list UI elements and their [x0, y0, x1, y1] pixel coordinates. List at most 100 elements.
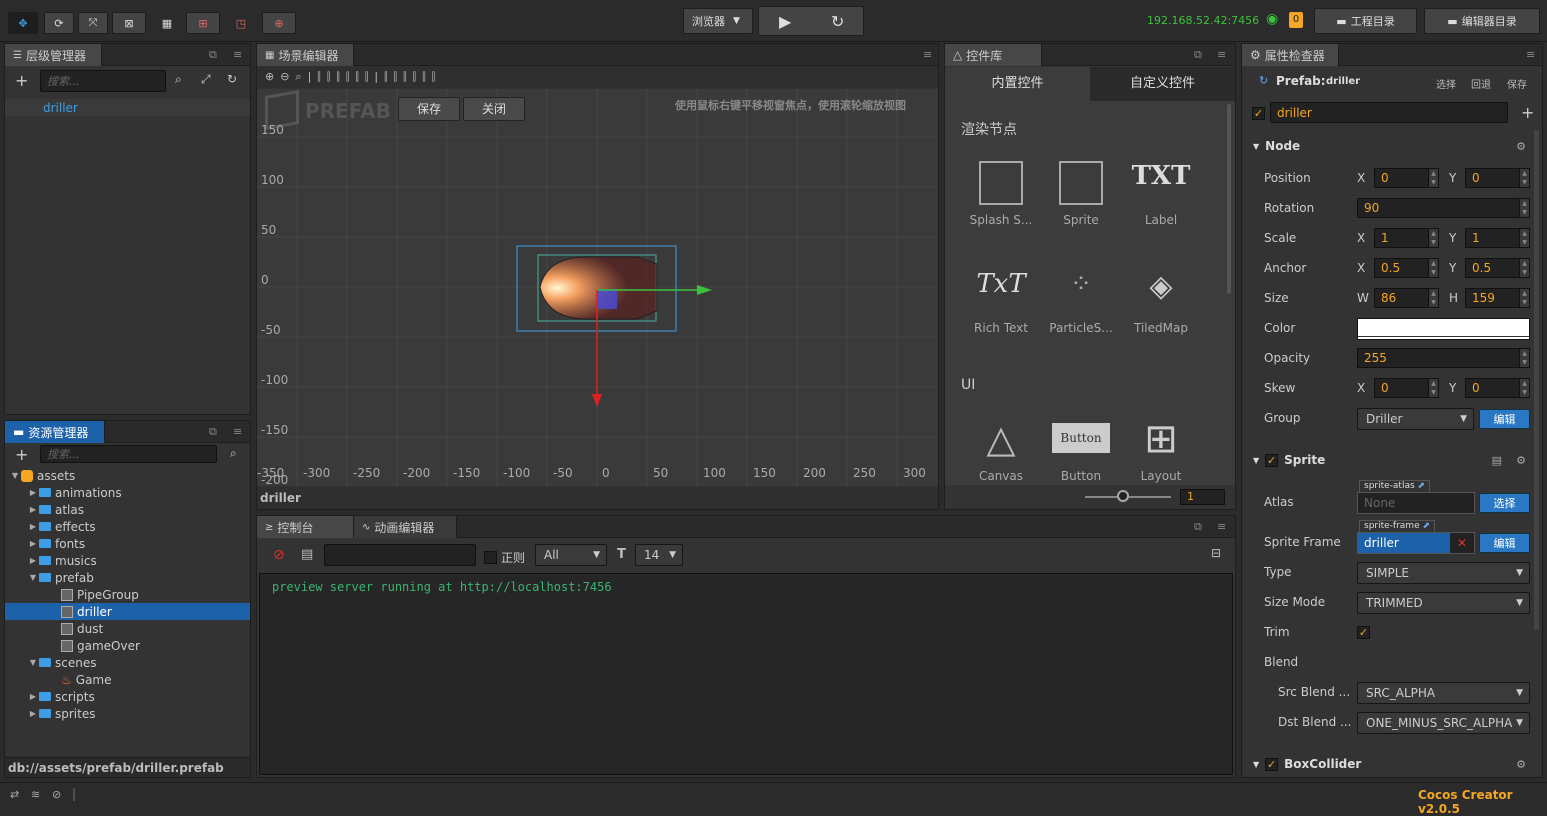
widget-splash-sprite[interactable]: Splash S...: [961, 161, 1041, 227]
widget-rich-text[interactable]: TxT Rich Text: [961, 269, 1041, 335]
tab-assets[interactable]: ▬ 资源管理器: [5, 421, 105, 443]
stepper-icon[interactable]: ▲ ▼: [1428, 379, 1438, 397]
search-icon[interactable]: ⌕: [175, 72, 182, 87]
editor-folder-button[interactable]: ▬ 编辑器目录: [1424, 8, 1540, 34]
expand-arrow-icon[interactable]: ▼: [27, 573, 39, 582]
stepper-icon[interactable]: ▲ ▼: [1519, 349, 1529, 367]
gear-icon[interactable]: ⚙: [1516, 140, 1526, 153]
color-swatch[interactable]: [1357, 318, 1530, 340]
tree-item-sprites[interactable]: ▶ sprites: [5, 705, 250, 722]
tab-builtin-widgets[interactable]: 内置控件: [945, 67, 1090, 101]
font-size-select[interactable]: 14: [635, 544, 683, 566]
external-link-icon[interactable]: ⬈: [1418, 481, 1426, 491]
widget-button[interactable]: Button Button: [1041, 417, 1121, 483]
regex-checkbox[interactable]: [484, 551, 497, 564]
tab-console[interactable]: ≥ 控制台: [257, 516, 354, 538]
anchor-x-input[interactable]: 0.5 ▲ ▼: [1374, 258, 1439, 278]
anchor-y-input[interactable]: 0.5 ▲ ▼: [1465, 258, 1530, 278]
collapse-arrow-icon[interactable]: ▶: [27, 556, 39, 565]
global-icon[interactable]: ⊞: [186, 12, 220, 34]
clear-icon[interactable]: ⊘: [273, 547, 285, 563]
search-icon[interactable]: ⌕: [230, 446, 237, 461]
position-x-input[interactable]: 0 ▲ ▼: [1374, 168, 1439, 188]
external-link-icon[interactable]: ⬈: [1422, 521, 1430, 531]
hierarchy-node-driller[interactable]: driller: [5, 99, 250, 116]
popout-icon[interactable]: ⧉: [209, 425, 217, 439]
tree-item-animations[interactable]: ▶ animations: [5, 484, 250, 501]
tab-inspector[interactable]: ⚙ 属性检查器: [1242, 44, 1339, 66]
menu-icon[interactable]: ≡: [1217, 48, 1226, 61]
size-w-input[interactable]: 86 ▲ ▼: [1374, 288, 1439, 308]
rect-tool-icon[interactable]: ⊠: [112, 12, 146, 34]
refresh-icon[interactable]: ↻: [831, 12, 844, 31]
sprite-section-header[interactable]: ▼ ✓ Sprite ▤ ⚙: [1243, 448, 1540, 472]
stepper-icon[interactable]: ▲ ▼: [1428, 289, 1438, 307]
size-mode-select[interactable]: TRIMMED: [1357, 592, 1530, 614]
zoom-slider-handle[interactable]: [1117, 490, 1129, 502]
play-icon[interactable]: ▶: [779, 12, 791, 31]
prefab-select-button[interactable]: 选择: [1436, 76, 1456, 91]
collapse-arrow-icon[interactable]: ▶: [27, 522, 39, 531]
sprite-frame-field[interactable]: driller ✕: [1357, 532, 1475, 554]
atlas-select-button[interactable]: 选择: [1479, 493, 1530, 513]
size-h-input[interactable]: 159 ▲ ▼: [1465, 288, 1530, 308]
add-asset-icon[interactable]: +: [15, 445, 28, 464]
tree-item-effects[interactable]: ▶ effects: [5, 518, 250, 535]
trim-checkbox[interactable]: ✓: [1357, 625, 1370, 639]
add-component-icon[interactable]: +: [1521, 103, 1534, 122]
rotation-input[interactable]: 90 ▲ ▼: [1357, 198, 1530, 218]
tab-hierarchy[interactable]: ☰ 层级管理器: [5, 44, 102, 66]
book-icon[interactable]: ▤: [1492, 454, 1502, 467]
atlas-field[interactable]: None: [1357, 492, 1475, 514]
stepper-icon[interactable]: ▲ ▼: [1428, 259, 1438, 277]
assets-search-input[interactable]: 搜索...: [40, 445, 217, 463]
node-active-checkbox[interactable]: ✓: [1252, 106, 1265, 120]
sprite-enabled-checkbox[interactable]: ✓: [1265, 453, 1279, 467]
tree-item-fonts[interactable]: ▶ fonts: [5, 535, 250, 552]
prefab-revert-button[interactable]: 回退: [1471, 76, 1491, 91]
tab-widgets[interactable]: △ 控件库: [945, 44, 1042, 66]
stepper-icon[interactable]: ▲ ▼: [1428, 229, 1438, 247]
eye-off-icon[interactable]: ⊘: [52, 788, 61, 801]
src-blend-select[interactable]: SRC_ALPHA: [1357, 682, 1530, 704]
tree-item-musics[interactable]: ▶ musics: [5, 552, 250, 569]
opacity-input[interactable]: 255 ▲ ▼: [1357, 348, 1530, 368]
node-name-input[interactable]: driller: [1270, 102, 1508, 123]
clear-icon[interactable]: ✕: [1450, 533, 1474, 553]
tree-item-driller[interactable]: driller: [5, 603, 250, 620]
refresh-icon[interactable]: ↻: [227, 72, 237, 86]
widget-label[interactable]: TXT Label: [1121, 161, 1201, 227]
tree-item-scenes[interactable]: ▼ scenes: [5, 654, 250, 671]
gear-icon[interactable]: ⚙: [1516, 758, 1526, 771]
tree-item-atlas[interactable]: ▶ atlas: [5, 501, 250, 518]
console-filter-input[interactable]: [324, 544, 476, 566]
position-y-input[interactable]: 0 ▲ ▼: [1465, 168, 1530, 188]
stepper-icon[interactable]: ▲ ▼: [1519, 289, 1529, 307]
popout-icon[interactable]: ⧉: [1194, 48, 1202, 62]
stepper-icon[interactable]: ▲ ▼: [1519, 199, 1529, 217]
scene-canvas[interactable]: PREFAB 保存 关闭 使用鼠标右键平移视窗焦点，使用滚轮缩放视图 150 1…: [257, 89, 938, 486]
tree-item-prefab[interactable]: ▼ prefab: [5, 569, 250, 586]
open-log-icon[interactable]: ▤: [301, 547, 313, 562]
boxcollider-section-header[interactable]: ▼ ✓ BoxCollider ⚙: [1243, 752, 1540, 776]
inspector-scrollbar[interactable]: [1534, 130, 1539, 630]
widget-layout[interactable]: ⊞ Layout: [1121, 417, 1201, 483]
sync-icon[interactable]: ⇄: [10, 788, 19, 801]
collapse-arrow-icon[interactable]: ▶: [27, 505, 39, 514]
menu-icon[interactable]: ≡: [923, 48, 932, 61]
local-pivot-icon[interactable]: ▦: [154, 12, 180, 34]
popout-icon[interactable]: ⧉: [1194, 520, 1202, 534]
widgets-scrollbar[interactable]: [1227, 104, 1231, 294]
stepper-icon[interactable]: ▲ ▼: [1519, 379, 1529, 397]
expand-icon[interactable]: ⤢: [201, 72, 211, 87]
log-level-select[interactable]: All: [535, 544, 607, 566]
connection-badge[interactable]: 0: [1289, 12, 1303, 28]
expand-arrow-icon[interactable]: ▼: [27, 658, 39, 667]
widget-particle-system[interactable]: ⁘ ParticleS...: [1041, 269, 1121, 335]
add-node-icon[interactable]: +: [15, 71, 28, 90]
expand-arrow-icon[interactable]: ▼: [9, 471, 21, 480]
prefab-save-button[interactable]: 保存: [1507, 76, 1527, 91]
collapse-arrow-icon[interactable]: ▶: [27, 488, 39, 497]
center-pivot-icon[interactable]: ◳: [228, 12, 254, 34]
scale-y-input[interactable]: 1 ▲ ▼: [1465, 228, 1530, 248]
